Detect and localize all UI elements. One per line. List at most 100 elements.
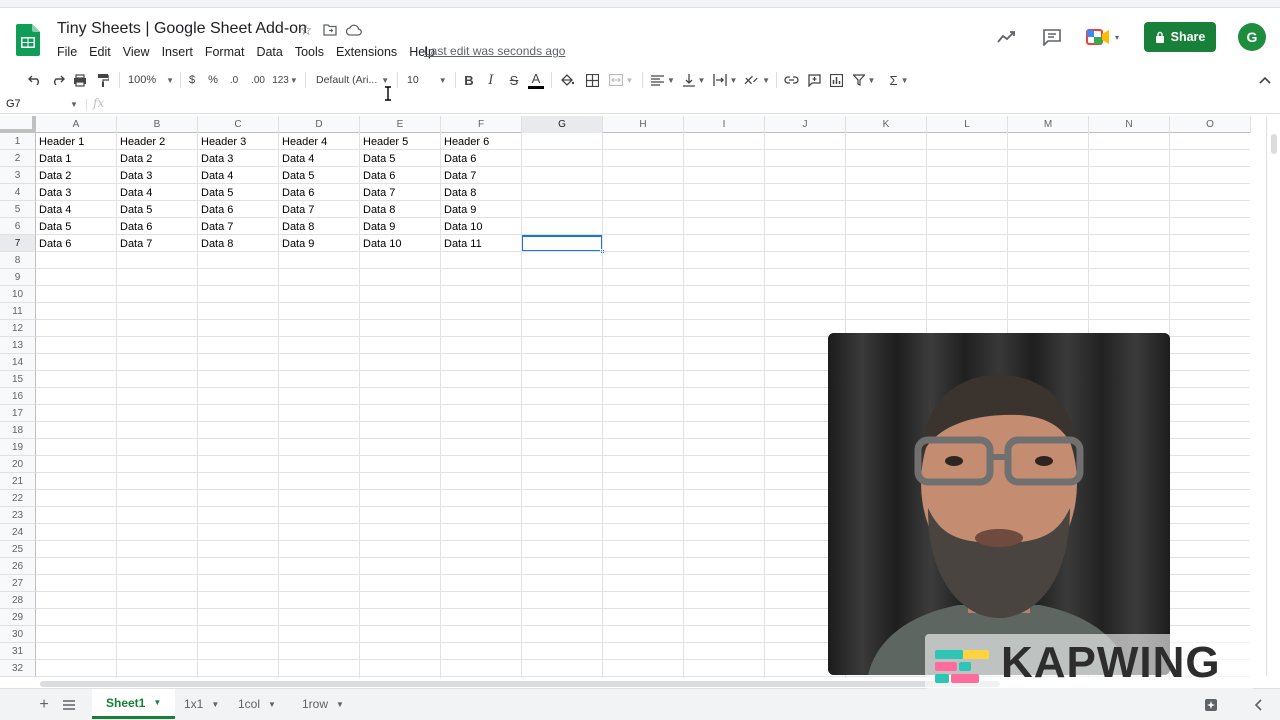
text-wrap-icon[interactable]: ▼: [712, 66, 738, 94]
cell-b3[interactable]: Data 3: [117, 167, 198, 184]
redo-icon[interactable]: [50, 66, 66, 94]
paint-format-icon[interactable]: [95, 66, 111, 94]
horizontal-scroll-thumb[interactable]: [40, 681, 1000, 687]
cell-d3[interactable]: Data 5: [279, 167, 360, 184]
row-header-16[interactable]: 16: [0, 388, 36, 405]
add-sheet-icon[interactable]: +: [34, 695, 54, 715]
cell-c7[interactable]: Data 8: [198, 235, 279, 252]
cell-f6[interactable]: Data 10: [441, 218, 522, 235]
cell-b7[interactable]: Data 7: [117, 235, 198, 252]
row-header-2[interactable]: 2: [0, 150, 36, 167]
decrease-decimal-button[interactable]: .0: [226, 66, 242, 94]
cell-d7[interactable]: Data 9: [279, 235, 360, 252]
all-sheets-icon[interactable]: [59, 695, 79, 715]
cell-c5[interactable]: Data 6: [198, 201, 279, 218]
currency-format-button[interactable]: $: [186, 66, 198, 94]
menu-extensions[interactable]: Extensions: [336, 43, 403, 61]
menu-view[interactable]: View: [123, 43, 156, 61]
percent-format-button[interactable]: %: [206, 66, 220, 94]
cell-e6[interactable]: Data 9: [360, 218, 441, 235]
sheet-tab-1row[interactable]: 1row ▼: [294, 689, 352, 719]
comments-icon[interactable]: [1040, 25, 1064, 49]
cell-e7[interactable]: Data 10: [360, 235, 441, 252]
italic-button[interactable]: I: [485, 66, 497, 94]
move-folder-icon[interactable]: [322, 22, 338, 38]
cell-e2[interactable]: Data 5: [360, 150, 441, 167]
column-header-m[interactable]: M: [1008, 116, 1089, 133]
cell-f5[interactable]: Data 9: [441, 201, 522, 218]
strikethrough-button[interactable]: S: [507, 66, 521, 94]
vertical-scroll-thumb[interactable]: [1271, 134, 1277, 154]
cell-f4[interactable]: Data 8: [441, 184, 522, 201]
row-header-7[interactable]: 7: [0, 235, 36, 252]
cell-b4[interactable]: Data 4: [117, 184, 198, 201]
cell-c6[interactable]: Data 7: [198, 218, 279, 235]
cell-d2[interactable]: Data 4: [279, 150, 360, 167]
menu-tools[interactable]: Tools: [295, 43, 330, 61]
sheet-tab-1x1[interactable]: 1x1 ▼: [176, 689, 227, 719]
column-header-o[interactable]: O: [1170, 116, 1251, 133]
menu-insert[interactable]: Insert: [162, 43, 199, 61]
column-header-f[interactable]: F: [441, 116, 522, 133]
horizontal-align-icon[interactable]: ▼: [650, 66, 676, 94]
column-header-j[interactable]: J: [765, 116, 846, 133]
cell-c2[interactable]: Data 3: [198, 150, 279, 167]
star-icon[interactable]: ☆: [298, 22, 314, 38]
menu-data[interactable]: Data: [256, 43, 288, 61]
more-formats-button[interactable]: 123 ▼: [272, 66, 298, 94]
column-header-i[interactable]: I: [684, 116, 765, 133]
vertical-scrollbar[interactable]: [1266, 116, 1280, 676]
meet-icon[interactable]: ▾: [1086, 25, 1122, 49]
cell-b1[interactable]: Header 2: [117, 133, 198, 150]
merge-cells-icon[interactable]: ▼: [607, 66, 635, 94]
row-header-1[interactable]: 1: [0, 133, 36, 150]
cell-d4[interactable]: Data 6: [279, 184, 360, 201]
name-box[interactable]: G7: [6, 98, 21, 110]
row-header-4[interactable]: 4: [0, 184, 36, 201]
cell-f2[interactable]: Data 6: [441, 150, 522, 167]
text-rotation-icon[interactable]: ▼: [744, 66, 770, 94]
row-header-26[interactable]: 26: [0, 558, 36, 575]
row-header-3[interactable]: 3: [0, 167, 36, 184]
sheet-tab-menu-icon[interactable]: ▼: [268, 700, 276, 709]
sheet-tab-sheet1[interactable]: Sheet1 ▼: [92, 689, 176, 719]
borders-icon[interactable]: [584, 66, 600, 94]
avatar[interactable]: G: [1238, 23, 1266, 51]
document-title[interactable]: Tiny Sheets | Google Sheet Add-on: [57, 20, 307, 38]
filter-icon[interactable]: ▼: [851, 66, 877, 94]
menu-format[interactable]: Format: [205, 43, 251, 61]
column-header-g[interactable]: G: [522, 116, 603, 133]
row-header-13[interactable]: 13: [0, 337, 36, 354]
cell-a6[interactable]: Data 5: [36, 218, 117, 235]
collapse-toolbar-icon[interactable]: [1257, 66, 1273, 94]
explore-icon[interactable]: [1201, 695, 1221, 715]
cell-c4[interactable]: Data 5: [198, 184, 279, 201]
cell-c3[interactable]: Data 4: [198, 167, 279, 184]
cell-e4[interactable]: Data 7: [360, 184, 441, 201]
row-header-11[interactable]: 11: [0, 303, 36, 320]
cell-a5[interactable]: Data 4: [36, 201, 117, 218]
sheet-tab-1col[interactable]: 1col ▼: [230, 689, 284, 719]
row-header-18[interactable]: 18: [0, 422, 36, 439]
cell-b2[interactable]: Data 2: [117, 150, 198, 167]
row-header-6[interactable]: 6: [0, 218, 36, 235]
cell-b5[interactable]: Data 5: [117, 201, 198, 218]
row-header-27[interactable]: 27: [0, 575, 36, 592]
row-header-20[interactable]: 20: [0, 456, 36, 473]
font-size-select[interactable]: 10 ▼: [407, 66, 449, 94]
row-header-5[interactable]: 5: [0, 201, 36, 218]
menu-file[interactable]: File: [57, 43, 83, 61]
sheet-tab-menu-icon[interactable]: ▼: [211, 700, 219, 709]
cell-a3[interactable]: Data 2: [36, 167, 117, 184]
row-header-25[interactable]: 25: [0, 541, 36, 558]
active-cell[interactable]: [521, 235, 603, 252]
row-header-15[interactable]: 15: [0, 371, 36, 388]
row-header-31[interactable]: 31: [0, 643, 36, 660]
last-edit-link[interactable]: Last edit was seconds ago: [424, 44, 565, 58]
cloud-status-icon[interactable]: [346, 22, 362, 38]
cell-d6[interactable]: Data 8: [279, 218, 360, 235]
cell-a2[interactable]: Data 1: [36, 150, 117, 167]
select-all-corner[interactable]: [0, 116, 36, 133]
menu-edit[interactable]: Edit: [89, 43, 117, 61]
column-header-h[interactable]: H: [603, 116, 684, 133]
